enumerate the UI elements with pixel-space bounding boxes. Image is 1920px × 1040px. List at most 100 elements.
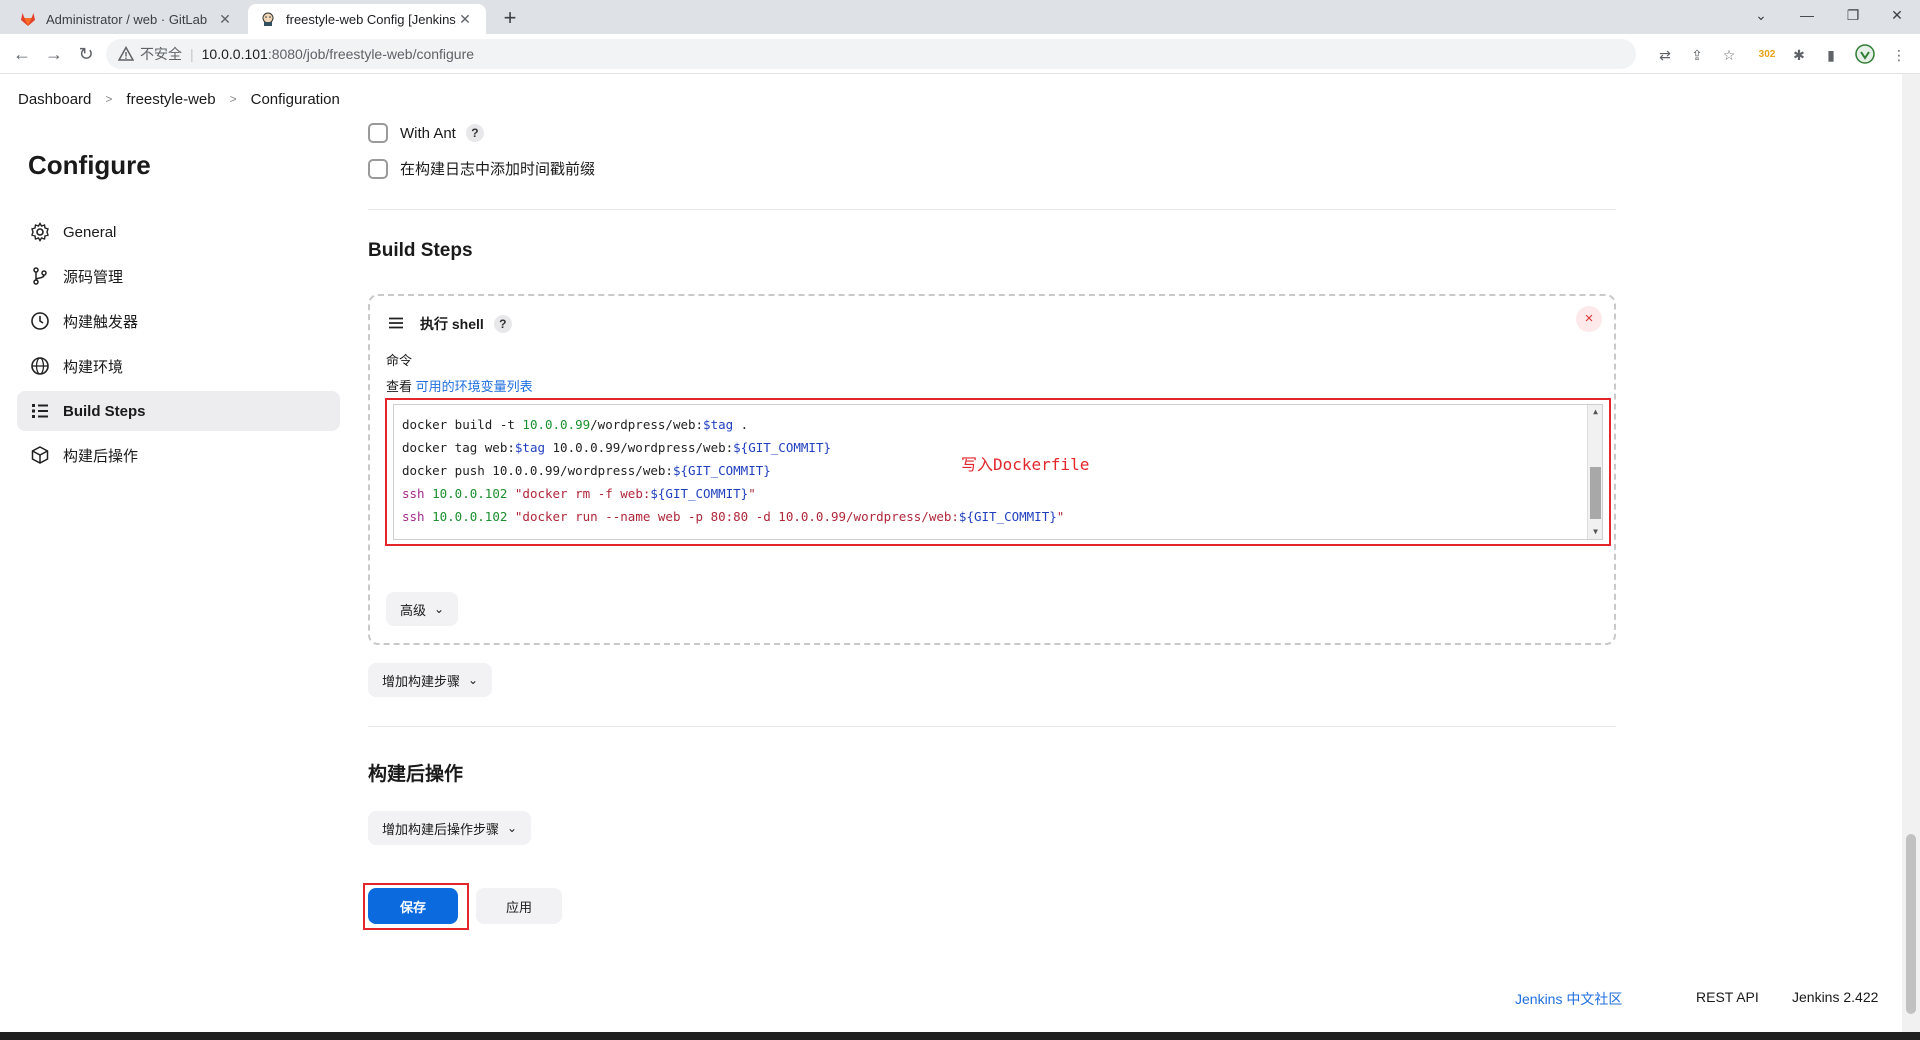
env-vars-prefix: 查看 <box>386 379 416 394</box>
footer-community-link[interactable]: Jenkins 中文社区 <box>1515 989 1622 1009</box>
code-line: docker build -t 10.0.0.99/wordpress/web:… <box>402 417 749 432</box>
footer-version[interactable]: Jenkins 2.422 <box>1792 989 1878 1005</box>
menu-kebab-icon[interactable]: ⋮ <box>1888 44 1910 66</box>
sidebar-item-post-build[interactable]: 构建后操作 <box>17 435 340 475</box>
tab-search-icon[interactable]: ⌄ <box>1738 0 1784 30</box>
breadcrumb-job[interactable]: freestyle-web <box>126 91 215 108</box>
globe-icon <box>29 355 51 377</box>
textarea-scrollbar[interactable]: ▲ ▼ <box>1587 405 1602 539</box>
profile-avatar-icon[interactable] <box>1854 44 1876 66</box>
forward-arrow-icon[interactable]: → <box>42 42 66 66</box>
scrollbar-thumb[interactable] <box>1590 467 1601 519</box>
sidebar-item-label: Build Steps <box>63 402 146 420</box>
extensions-puzzle-icon[interactable]: ✱ <box>1788 44 1810 66</box>
advanced-button[interactable]: 高级 ⌄ <box>386 592 459 626</box>
close-icon[interactable]: ✕ <box>216 11 234 28</box>
breadcrumb: Dashboard > freestyle-web > Configuratio… <box>0 82 1902 116</box>
scroll-down-icon[interactable]: ▼ <box>1588 527 1602 536</box>
chevron-down-icon: ⌄ <box>507 821 518 835</box>
translate-icon[interactable]: ⇄ <box>1654 44 1676 66</box>
annotation-highlight-box: docker build -t 10.0.0.99/wordpress/web:… <box>385 398 1611 546</box>
apply-button[interactable]: 应用 <box>476 888 562 924</box>
tab-gitlab[interactable]: Administrator / web · GitLab ✕ <box>8 4 246 34</box>
tab-jenkins[interactable]: freestyle-web Config [Jenkins] ✕ <box>248 4 486 34</box>
url-separator: | <box>190 46 194 62</box>
restore-icon[interactable]: ❐ <box>1830 0 1876 30</box>
step-title: 执行 shell <box>420 316 484 332</box>
breadcrumb-dashboard[interactable]: Dashboard <box>18 91 91 108</box>
code-line: docker push 10.0.0.99/wordpress/web:${GI… <box>402 463 771 478</box>
with-ant-label: With Ant <box>400 124 456 142</box>
sidebar-item-build-steps[interactable]: Build Steps <box>17 391 340 431</box>
clock-icon <box>29 310 51 332</box>
section-divider <box>368 726 1616 727</box>
env-vars-link[interactable]: 可用的环境变量列表 <box>416 379 533 394</box>
add-post-build-step-button[interactable]: 增加构建后操作步骤 ⌄ <box>368 811 532 845</box>
window-close-icon[interactable]: ✕ <box>1874 0 1920 30</box>
gear-icon <box>29 221 51 243</box>
tab-gitlab-title: Administrator / web · GitLab <box>46 11 208 27</box>
git-branch-icon <box>29 265 51 287</box>
env-vars-hint: 查看 可用的环境变量列表 <box>386 376 533 395</box>
sidebar-item-triggers[interactable]: 构建触发器 <box>17 301 340 341</box>
delete-step-button[interactable]: × <box>1576 306 1602 332</box>
reload-icon[interactable]: ↻ <box>74 42 98 66</box>
timestamps-checkbox[interactable] <box>368 158 388 179</box>
sidebar-item-label: General <box>63 223 117 241</box>
code-line: ssh 10.0.0.102 "docker rm -f web:${GIT_C… <box>402 486 756 501</box>
url-input[interactable]: 不安全 | 10.0.0.101:8080/job/freestyle-web/… <box>106 39 1636 69</box>
add-post-build-step-label: 增加构建后操作步骤 <box>382 821 500 837</box>
package-icon <box>29 444 51 466</box>
back-arrow-icon[interactable]: ← <box>10 42 34 66</box>
sidebar-item-scm[interactable]: 源码管理 <box>17 256 340 296</box>
help-icon[interactable]: ? <box>465 124 484 142</box>
sidebar-item-label: 构建环境 <box>63 358 124 376</box>
extension-badge-icon[interactable]: 302 <box>1756 44 1778 66</box>
option-timestamps: 在构建日志中添加时间戳前缀 <box>368 158 595 179</box>
timestamps-label: 在构建日志中添加时间戳前缀 <box>400 161 596 178</box>
insecure-label: 不安全 <box>140 46 182 62</box>
advanced-label: 高级 <box>400 602 427 618</box>
drag-handle-icon[interactable] <box>388 316 404 332</box>
chevron-down-icon: ⌄ <box>468 673 479 687</box>
build-step-shell: 执行 shell ? × 命令 查看 可用的环境变量列表 docker buil… <box>368 294 1616 645</box>
annotation-text: 写入Dockerfile <box>961 455 1090 474</box>
scroll-up-icon[interactable]: ▲ <box>1588 407 1602 416</box>
url-path: :8080/job/freestyle-web/configure <box>267 46 475 62</box>
section-divider <box>368 209 1616 210</box>
list-icon <box>29 400 51 422</box>
option-with-ant: With Ant ? <box>368 123 484 143</box>
sidebar-item-environment[interactable]: 构建环境 <box>17 346 340 386</box>
share-icon[interactable]: ⇪ <box>1686 44 1708 66</box>
close-icon[interactable]: ✕ <box>456 11 474 28</box>
minimize-icon[interactable]: — <box>1784 0 1830 30</box>
command-textarea[interactable]: docker build -t 10.0.0.99/wordpress/web:… <box>393 404 1603 540</box>
footer-rest-api-link[interactable]: REST API <box>1696 989 1759 1005</box>
sidebar-item-label: 构建触发器 <box>63 313 139 331</box>
chevron-down-icon: ⌄ <box>434 602 445 616</box>
os-taskbar <box>0 1032 1920 1040</box>
step-header: 执行 shell ? <box>388 314 512 334</box>
chevron-right-icon: > <box>229 92 237 106</box>
chevron-right-icon: > <box>105 92 113 106</box>
address-bar: ← → ↻ 不安全 | 10.0.0.101:8080/job/freestyl… <box>0 34 1920 74</box>
page-scrollbar[interactable] <box>1902 74 1920 1032</box>
command-label: 命令 <box>386 353 413 368</box>
post-build-heading: 构建后操作 <box>368 764 464 785</box>
browser-tab-bar: Administrator / web · GitLab ✕ freestyle… <box>0 0 1920 34</box>
help-icon[interactable]: ? <box>493 315 512 333</box>
gitlab-icon <box>20 11 36 27</box>
url-host: 10.0.0.101 <box>201 46 268 62</box>
sidebar-item-general[interactable]: General <box>17 212 340 252</box>
save-button[interactable]: 保存 <box>368 888 458 924</box>
add-build-step-button[interactable]: 增加构建步骤 ⌄ <box>368 663 493 697</box>
bookmark-star-icon[interactable]: ☆ <box>1718 44 1740 66</box>
add-build-step-label: 增加构建步骤 <box>382 673 461 689</box>
warning-icon <box>117 45 135 62</box>
new-tab-button[interactable]: + <box>496 5 524 33</box>
breadcrumb-configuration[interactable]: Configuration <box>251 91 340 108</box>
page-scrollbar-thumb[interactable] <box>1906 834 1916 1014</box>
side-panel-icon[interactable]: ▮ <box>1820 44 1842 66</box>
code-line: docker tag web:$tag 10.0.0.99/wordpress/… <box>402 440 831 455</box>
with-ant-checkbox[interactable] <box>368 123 388 143</box>
